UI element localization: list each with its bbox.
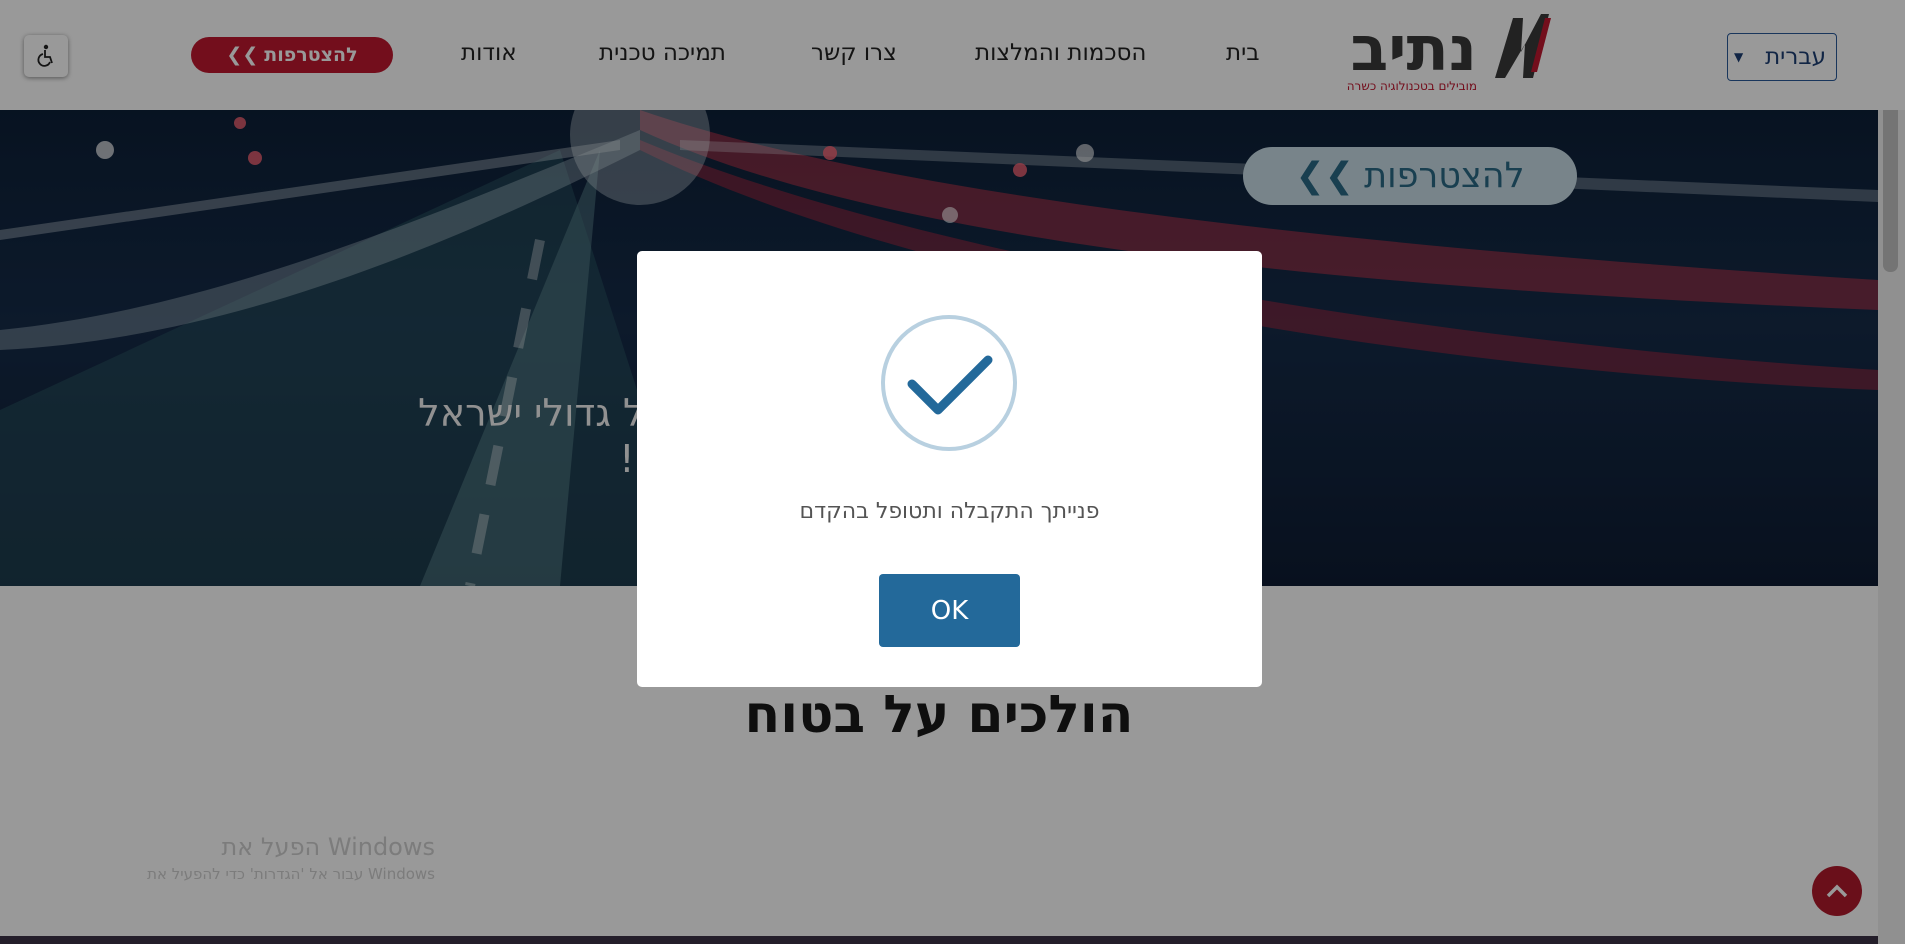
success-check-icon [881,315,1017,451]
success-dialog: פנייתך התקבלה ותטופל בהקדם OK [637,251,1262,687]
dialog-message: פנייתך התקבלה ותטופל בהקדם [799,499,1100,524]
ok-button[interactable]: OK [879,574,1020,647]
